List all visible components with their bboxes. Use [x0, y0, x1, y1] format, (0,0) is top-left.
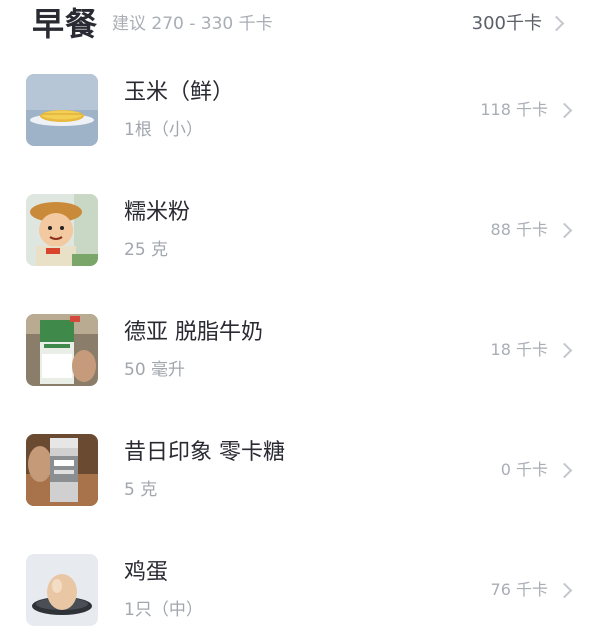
chevron-right-icon [556, 102, 573, 119]
chevron-right-icon [556, 222, 573, 239]
food-calories: 18 千卡 [490, 340, 548, 359]
food-name: 昔日印象 零卡糖 [124, 440, 285, 465]
milk-carton-photo [26, 314, 98, 386]
food-item-corn[interactable]: 玉米（鲜） 1根（小） 118 千卡 [0, 50, 600, 170]
food-calories: 118 千卡 [480, 100, 548, 119]
rice-flour-package-photo [26, 194, 98, 266]
chevron-right-icon [556, 582, 573, 599]
chevron-right-icon [548, 15, 565, 32]
chevron-right-icon [556, 342, 573, 359]
meal-total-calories: 300千卡 [471, 13, 542, 34]
food-amount: 50 毫升 [124, 360, 186, 380]
food-amount: 25 克 [124, 240, 169, 260]
food-amount: 5 克 [124, 480, 158, 500]
meal-header[interactable]: 早餐 建议 270 - 330 千卡 300千卡 [0, 0, 600, 50]
food-item-zero-sugar[interactable]: 昔日印象 零卡糖 5 克 0 千卡 [0, 410, 600, 530]
food-name: 玉米（鲜） [124, 80, 235, 105]
zero-sugar-bottle-photo [26, 434, 98, 506]
food-amount: 1根（小） [124, 120, 203, 140]
food-amount: 1只（中） [124, 600, 203, 620]
chevron-right-icon [556, 462, 573, 479]
food-item-skim-milk[interactable]: 德亚 脱脂牛奶 50 毫升 18 千卡 [0, 290, 600, 410]
food-name: 鸡蛋 [124, 560, 169, 585]
meal-title: 早餐 [32, 5, 99, 43]
food-item-rice-flour[interactable]: 糯米粉 25 克 88 千卡 [0, 170, 600, 290]
food-name: 糯米粉 [124, 200, 191, 225]
food-list: 玉米（鲜） 1根（小） 118 千卡 糯米粉 25 克 88 千卡 德亚 脱脂牛… [0, 50, 600, 644]
food-calories: 0 千卡 [500, 460, 548, 479]
food-item-egg[interactable]: 鸡蛋 1只（中） 76 千卡 [0, 530, 600, 644]
corn-photo [26, 74, 98, 146]
food-calories: 76 千卡 [490, 580, 548, 599]
food-calories: 88 千卡 [490, 220, 548, 239]
meal-suggested-range: 建议 270 - 330 千卡 [112, 14, 273, 34]
food-name: 德亚 脱脂牛奶 [124, 320, 263, 345]
egg-photo [26, 554, 98, 626]
